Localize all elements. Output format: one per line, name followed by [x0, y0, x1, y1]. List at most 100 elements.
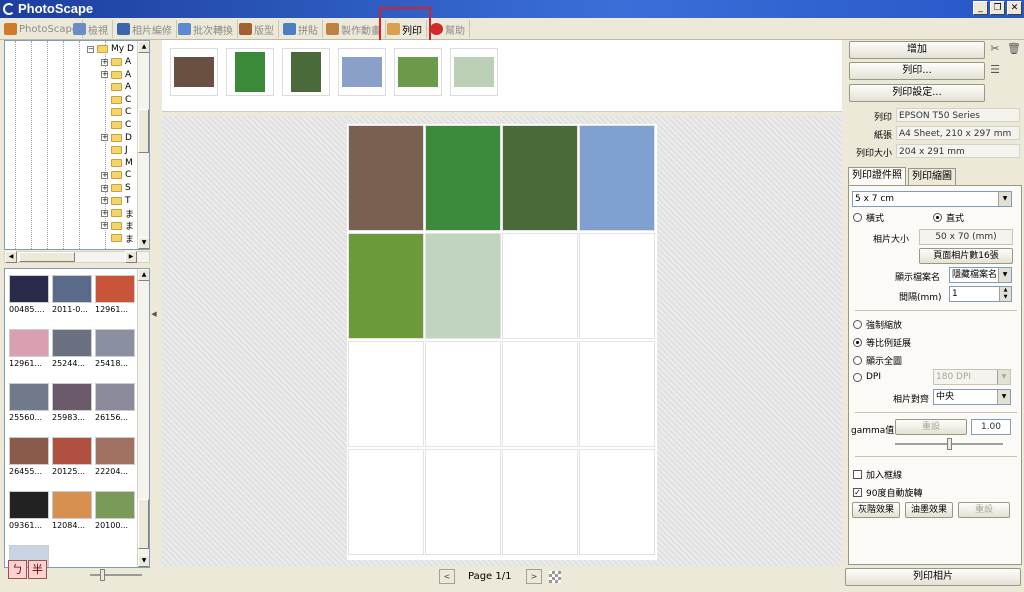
- next-page-button[interactable]: >: [526, 569, 542, 584]
- spin-up-icon[interactable]: ▲: [999, 287, 1011, 294]
- tree-item[interactable]: ま: [101, 232, 134, 245]
- add-button[interactable]: 增加: [849, 41, 985, 59]
- force-scale-radio[interactable]: 強制縮放: [853, 318, 902, 331]
- thumbnail-item[interactable]: 22204...: [95, 437, 135, 476]
- tree-item[interactable]: C: [101, 94, 131, 106]
- expand-icon[interactable]: +: [101, 134, 108, 142]
- expand-icon[interactable]: +: [101, 184, 108, 192]
- filename-select[interactable]: 隱藏檔案名 ▼: [949, 267, 1012, 283]
- landscape-radio[interactable]: 橫式: [853, 211, 884, 224]
- scroll-down-icon[interactable]: ▼: [138, 555, 149, 567]
- scroll-up-icon[interactable]: ▲: [138, 269, 149, 281]
- expand-icon[interactable]: +: [101, 171, 108, 179]
- gamma-value[interactable]: 1.00: [971, 419, 1011, 435]
- gamma-reset-button[interactable]: 重設: [895, 419, 967, 435]
- photo-cell[interactable]: [502, 125, 578, 231]
- folder-tree[interactable]: − My D + A + A A C C C + D J M + C + S + T + ま + まま ▲ ▼: [4, 40, 150, 250]
- spin-down-icon[interactable]: ▼: [999, 294, 1011, 301]
- empty-cell[interactable]: [348, 449, 424, 555]
- empty-cell[interactable]: [425, 449, 501, 555]
- scroll-up-icon[interactable]: ▲: [138, 41, 149, 53]
- empty-cell[interactable]: [502, 233, 578, 339]
- slider-knob[interactable]: [100, 569, 105, 581]
- tab-batch[interactable]: 批次轉換: [176, 20, 238, 38]
- selected-photo[interactable]: [450, 48, 498, 96]
- scroll-thumb[interactable]: [138, 109, 149, 153]
- tree-item[interactable]: + A: [101, 69, 131, 81]
- grayscale-button[interactable]: 灰階效果: [852, 502, 900, 518]
- tree-item[interactable]: + ま: [101, 220, 134, 232]
- photos-per-page-button[interactable]: 頁面相片數16張: [919, 248, 1013, 264]
- thumbnail-item[interactable]: 09361...: [9, 491, 49, 530]
- thumbnail-item[interactable]: 25244...: [52, 329, 92, 368]
- thumbnail-zoom-slider[interactable]: [90, 569, 142, 581]
- tree-item[interactable]: + D: [101, 132, 132, 144]
- empty-cell[interactable]: [579, 233, 655, 339]
- close-button[interactable]: ✕: [1007, 1, 1022, 15]
- selected-photo[interactable]: [394, 48, 442, 96]
- tree-item[interactable]: + A: [101, 56, 131, 68]
- hscroll-thumb[interactable]: [19, 252, 75, 262]
- photo-cell[interactable]: [579, 125, 655, 231]
- photo-cell[interactable]: [348, 233, 424, 339]
- tab-viewer[interactable]: 檢視: [71, 20, 113, 38]
- background-toggle-icon[interactable]: [549, 571, 561, 583]
- dpi-radio[interactable]: DPI: [853, 372, 881, 382]
- scroll-thumb[interactable]: [138, 499, 149, 549]
- print-button[interactable]: 列印...: [849, 62, 985, 80]
- expand-icon[interactable]: +: [101, 58, 108, 66]
- tree-item[interactable]: + S: [101, 182, 131, 194]
- portrait-radio[interactable]: 直式: [933, 211, 964, 224]
- align-select[interactable]: 中央 ▼: [933, 389, 1011, 405]
- minimize-button[interactable]: _: [973, 1, 988, 15]
- selected-photo[interactable]: [338, 48, 386, 96]
- auto-rotate-checkbox[interactable]: ✓ 90度自動旋轉: [853, 486, 922, 499]
- empty-cell[interactable]: [348, 341, 424, 447]
- tree-item[interactable]: J: [101, 144, 128, 156]
- tab-gif[interactable]: 製作動畫: [324, 20, 386, 38]
- tree-item[interactable]: C: [101, 119, 131, 131]
- photo-size-select[interactable]: 5 x 7 cm ▼: [852, 191, 1012, 207]
- tree-item[interactable]: M: [101, 157, 133, 169]
- empty-cell[interactable]: [502, 341, 578, 447]
- restore-button[interactable]: ❐: [990, 1, 1005, 15]
- empty-cell[interactable]: [579, 449, 655, 555]
- print-setup-button[interactable]: 列印設定...: [849, 84, 985, 102]
- ink-effect-button[interactable]: 油墨效果: [905, 502, 953, 518]
- collapse-panel-icon[interactable]: ◀: [150, 310, 158, 322]
- photo-cell[interactable]: [348, 125, 424, 231]
- tree-item[interactable]: C: [101, 106, 131, 118]
- tab-id-photo[interactable]: 列印證件照: [848, 167, 906, 185]
- thumbnail-item[interactable]: 12961...: [9, 329, 49, 368]
- tree-item[interactable]: + T: [101, 195, 131, 207]
- expand-icon[interactable]: +: [101, 197, 108, 205]
- photo-cell[interactable]: [425, 233, 501, 339]
- photo-cell[interactable]: [425, 125, 501, 231]
- tab-page[interactable]: 版型: [237, 20, 279, 38]
- expand-icon[interactable]: +: [101, 222, 108, 230]
- ime-indicator[interactable]: ㄅ 半: [8, 560, 48, 580]
- thumbnail-item[interactable]: 20125...: [52, 437, 92, 476]
- prev-page-button[interactable]: <: [439, 569, 455, 584]
- collapse-icon[interactable]: −: [87, 45, 94, 53]
- print-photo-button[interactable]: 列印相片: [845, 568, 1021, 586]
- selected-photo[interactable]: [282, 48, 330, 96]
- thumbnail-item[interactable]: 26156...: [95, 383, 135, 422]
- scroll-down-icon[interactable]: ▼: [138, 237, 149, 249]
- expand-icon[interactable]: +: [101, 209, 108, 217]
- ime-halfwidth[interactable]: 半: [28, 560, 47, 579]
- empty-cell[interactable]: [502, 449, 578, 555]
- tab-combine[interactable]: 拼貼: [281, 20, 323, 38]
- spacing-stepper[interactable]: 1 ▲ ▼: [949, 286, 1012, 302]
- thumbnail-item[interactable]: 12961...: [95, 275, 135, 314]
- tab-thumbnails[interactable]: 列印縮圖: [908, 168, 956, 185]
- slider-knob[interactable]: [946, 438, 952, 450]
- tab-editor[interactable]: 相片編修: [115, 20, 177, 38]
- tab-help[interactable]: 幫助: [428, 20, 470, 38]
- tree-root[interactable]: − My D: [87, 43, 134, 55]
- scroll-left-icon[interactable]: ◀: [5, 251, 17, 263]
- empty-cell[interactable]: [425, 341, 501, 447]
- gamma-slider[interactable]: [895, 438, 1003, 450]
- proportional-radio[interactable]: 等比例延展: [853, 336, 911, 349]
- empty-cell[interactable]: [579, 341, 655, 447]
